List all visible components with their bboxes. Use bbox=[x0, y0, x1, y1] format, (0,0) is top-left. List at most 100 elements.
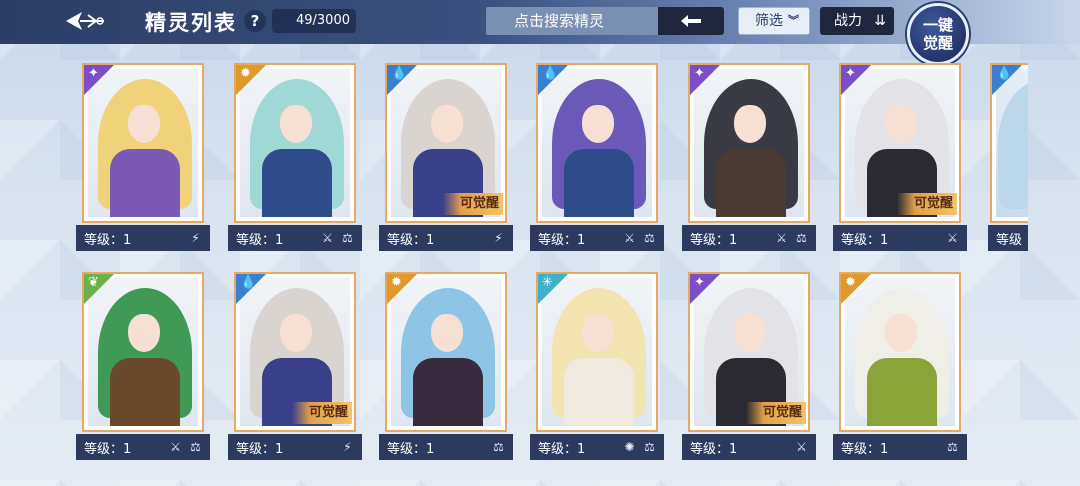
card-frame: ✦ 可觉醒 bbox=[839, 63, 961, 223]
card-art-face bbox=[128, 105, 160, 143]
spirit-card[interactable]: 💧 可觉醒 等级：1 ⚡ bbox=[228, 272, 368, 460]
card-footer: 等级：1 ⚡ bbox=[76, 225, 210, 251]
fire-element-icon: ✹ bbox=[391, 275, 402, 290]
arrow-left-icon bbox=[681, 15, 701, 27]
spirit-card[interactable]: ✹ 等级：1 ⚖ bbox=[833, 272, 973, 460]
card-footer: 等级：1 ⚔ ⚖ bbox=[682, 225, 816, 251]
help-icon[interactable]: ? bbox=[244, 10, 266, 32]
spirit-card[interactable]: ✹ 等级：1 ⚖ bbox=[379, 272, 519, 460]
sword-class-icon: ⚔ bbox=[796, 439, 807, 454]
page-title: 精灵列表 bbox=[145, 11, 237, 35]
balance-class-icon: ⚖ bbox=[644, 439, 655, 454]
one-click-awaken-button[interactable]: 一键 觉醒 bbox=[907, 3, 969, 65]
dark-element-icon: ✦ bbox=[845, 66, 856, 81]
chevron-down-icon: ︾ bbox=[788, 14, 799, 27]
orb-class-icon: ✺ bbox=[624, 439, 635, 454]
spirit-card[interactable]: ✳ 等级：1 ✺ ⚖ bbox=[530, 272, 670, 460]
nature-element-icon: ❦ bbox=[88, 275, 99, 290]
spirit-card[interactable]: ✦ 等级：1 ⚡ bbox=[76, 63, 216, 251]
level-label: 等级：1 bbox=[84, 441, 132, 457]
card-footer: 等级：1 ⚔ ⚖ bbox=[228, 225, 362, 251]
card-art-face bbox=[734, 314, 766, 352]
card-footer: 等级：1 ⚔ bbox=[682, 434, 816, 460]
balance-class-icon: ⚖ bbox=[342, 230, 353, 245]
sword-class-icon: ⚔ bbox=[170, 439, 181, 454]
spirit-card[interactable]: ✦ 可觉醒等级：1 ⚔ bbox=[833, 63, 973, 251]
class-icons: ⚔ bbox=[793, 439, 810, 456]
power-label: 战力 bbox=[834, 13, 862, 29]
card-art-face bbox=[431, 105, 463, 143]
search-button[interactable] bbox=[658, 7, 724, 35]
spirit-card-partial[interactable]: 💧 等级 bbox=[988, 63, 1028, 251]
card-art bbox=[542, 69, 652, 217]
spirit-card[interactable]: 💧 可觉醒等级：1 ⚡ bbox=[379, 63, 519, 251]
card-art-outfit bbox=[110, 358, 180, 426]
card-frame: 💧 可觉醒 bbox=[385, 63, 507, 223]
spirit-card[interactable]: ✦ 等级：1 ⚔ ⚖ bbox=[682, 63, 822, 251]
card-art-face bbox=[582, 105, 614, 143]
card-art-face bbox=[734, 105, 766, 143]
class-icons: ⚡ bbox=[339, 439, 356, 456]
card-frame: ✳ bbox=[536, 272, 658, 432]
card-footer: 等级：1 ⚔ bbox=[833, 225, 967, 251]
card-footer: 等级：1 ✺ ⚖ bbox=[530, 434, 664, 460]
lightning-class-icon: ⚡ bbox=[494, 230, 503, 245]
card-footer: 等级：1 ⚖ bbox=[379, 434, 513, 460]
card-frame: 💧 可觉醒 bbox=[234, 272, 356, 432]
level-label: 等级：1 bbox=[690, 441, 738, 457]
card-frame: ✦ 可觉醒 bbox=[688, 272, 810, 432]
spirit-card[interactable]: ✹ 等级：1 ⚔ ⚖ bbox=[228, 63, 368, 251]
card-art-outfit bbox=[716, 149, 786, 217]
card-art-outfit bbox=[413, 358, 483, 426]
card-frame: ✦ bbox=[82, 63, 204, 223]
class-icons: ⚔ ⚖ bbox=[773, 230, 810, 247]
card-art bbox=[542, 278, 652, 426]
spirit-card[interactable]: ❦ 等级：1 ⚔ ⚖ bbox=[76, 272, 216, 460]
level-label: 等级：1 bbox=[236, 232, 284, 248]
balance-class-icon: ⚖ bbox=[796, 230, 807, 245]
awaken-label-line1: 一键 bbox=[922, 16, 953, 34]
card-frame: ✦ bbox=[688, 63, 810, 223]
card-footer: 等级：1 ⚡ bbox=[228, 434, 362, 460]
card-art bbox=[845, 278, 955, 426]
spirit-count: 49/3000 bbox=[272, 9, 356, 33]
card-art-outfit bbox=[867, 358, 937, 426]
balance-class-icon: ⚖ bbox=[493, 439, 504, 454]
sword-class-icon: ⚔ bbox=[947, 230, 958, 245]
level-label: 等级：1 bbox=[538, 232, 586, 248]
card-frame: ❦ bbox=[82, 272, 204, 432]
spirit-card[interactable]: ✦ 可觉醒等级：1 ⚔ bbox=[682, 272, 822, 460]
back-button[interactable] bbox=[60, 6, 110, 36]
filter-label: 筛选 bbox=[755, 13, 783, 29]
card-art bbox=[391, 278, 501, 426]
card-art-outfit bbox=[262, 149, 332, 217]
awaken-label-line2: 觉醒 bbox=[922, 34, 953, 52]
filter-button[interactable]: 筛选 ︾ bbox=[738, 7, 810, 35]
card-art-face bbox=[582, 314, 614, 352]
back-arrow-icon bbox=[66, 12, 104, 30]
search-input[interactable]: 点击搜索精灵 bbox=[486, 7, 658, 35]
card-art-face bbox=[431, 314, 463, 352]
sword-class-icon: ⚔ bbox=[776, 230, 787, 245]
card-footer: 等级：1 ⚔ ⚖ bbox=[530, 225, 664, 251]
class-icons: ⚔ ⚖ bbox=[621, 230, 658, 247]
card-art-face bbox=[885, 105, 917, 143]
card-art-outfit bbox=[564, 149, 634, 217]
fire-element-icon: ✹ bbox=[845, 275, 856, 290]
spirit-card[interactable]: 💧 等级：1 ⚔ ⚖ bbox=[530, 63, 670, 251]
level-label: 等级：1 bbox=[387, 232, 435, 248]
awaken-available-tag: 可觉醒 bbox=[746, 402, 806, 424]
card-art bbox=[694, 69, 804, 217]
card-footer: 等级：1 ⚖ bbox=[833, 434, 967, 460]
card-frame: 💧 bbox=[990, 63, 1028, 223]
sort-icon: ⇊ bbox=[874, 13, 886, 29]
card-frame: 💧 bbox=[536, 63, 658, 223]
level-label: 等级：1 bbox=[841, 232, 889, 248]
class-icons: ⚖ bbox=[490, 439, 507, 456]
level-label: 等级：1 bbox=[84, 232, 132, 248]
sort-power-button[interactable]: 战力 ⇊ bbox=[820, 7, 894, 35]
dark-element-icon: ✦ bbox=[88, 66, 99, 81]
class-icons: ⚔ bbox=[944, 230, 961, 247]
level-label: 等级：1 bbox=[538, 441, 586, 457]
card-art bbox=[88, 69, 198, 217]
